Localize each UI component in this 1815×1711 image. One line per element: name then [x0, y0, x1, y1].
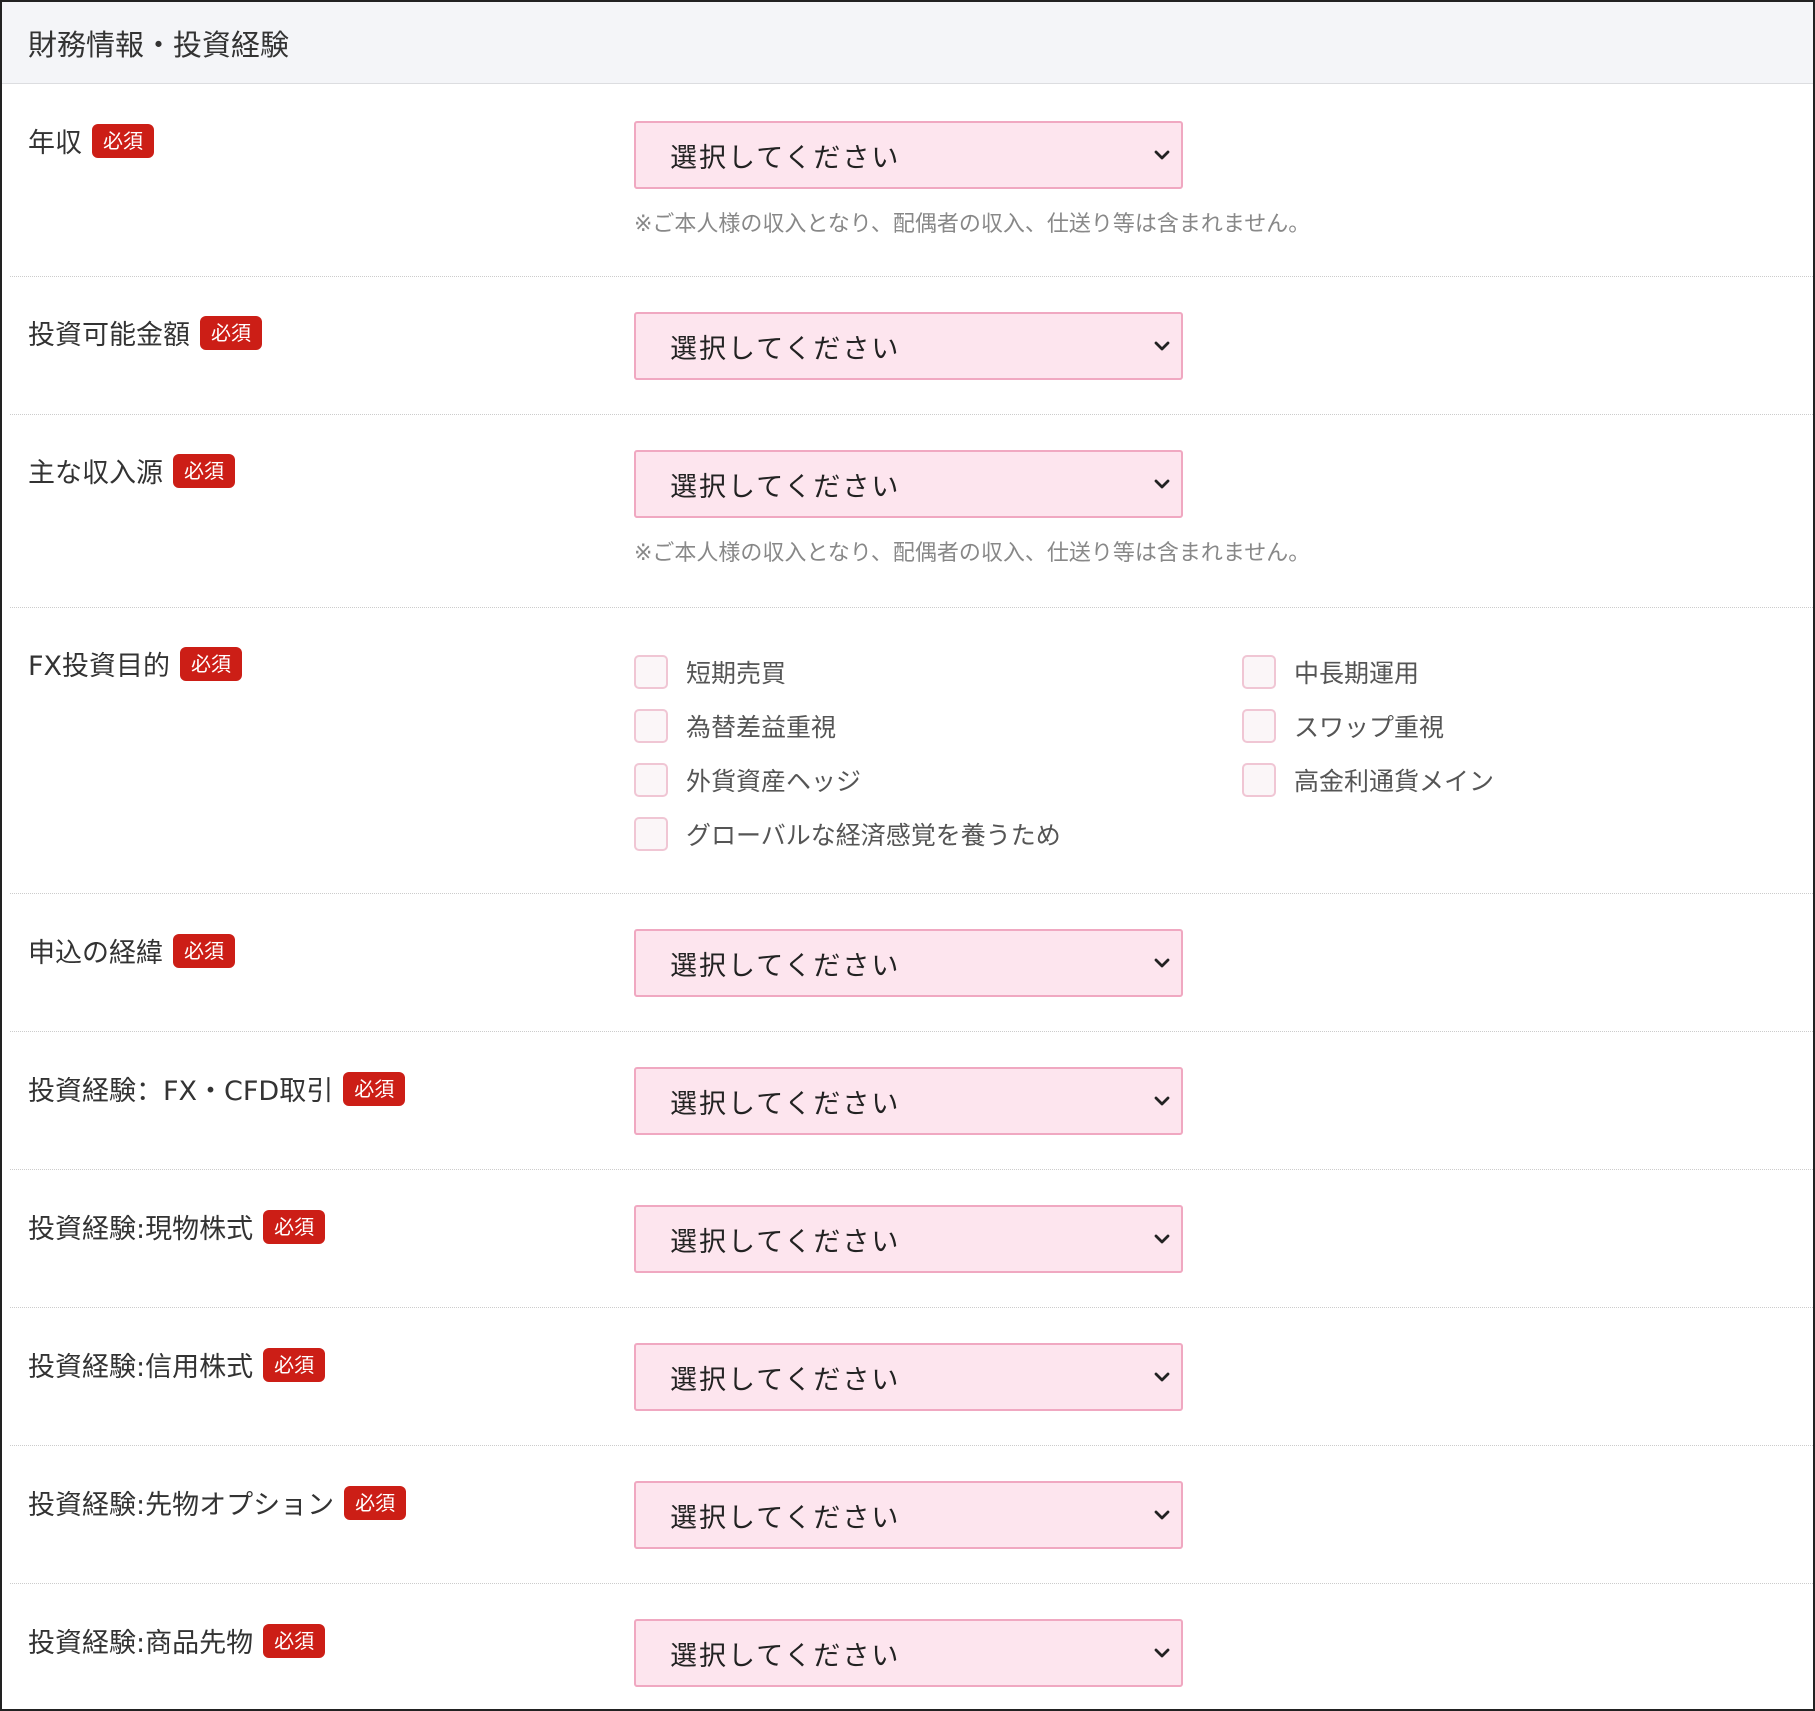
checkbox-foreign-hedge[interactable]: 外貨資産ヘッジ	[634, 762, 861, 798]
chevron-down-icon	[1154, 479, 1170, 489]
checkbox[interactable]	[1242, 709, 1276, 743]
select-value: 選択してください	[670, 1088, 901, 1120]
chevron-down-icon	[1154, 1234, 1170, 1244]
investable-amount-select[interactable]: 選択してください	[634, 312, 1183, 380]
row-investable-amount: 投資可能金額 必須 選択してください	[10, 277, 1813, 415]
chevron-down-icon	[1154, 1510, 1170, 1520]
required-badge: 必須	[343, 1071, 406, 1106]
exp-commodity-futures-select[interactable]: 選択してください	[634, 1619, 1183, 1687]
field-label-annual-income: 年収 必須	[28, 121, 154, 160]
checkbox[interactable]	[634, 709, 668, 743]
row-exp-commodity-futures: 投資経験:商品先物 必須 選択してください	[10, 1584, 1813, 1709]
select-value: 選択してください	[670, 471, 901, 503]
chevron-down-icon	[1154, 1372, 1170, 1382]
required-badge: 必須	[180, 646, 243, 681]
checkbox-fx-gain[interactable]: 為替差益重視	[634, 708, 836, 744]
section-title: 財務情報・投資経験	[2, 2, 1813, 84]
row-exp-spot-stocks: 投資経験:現物株式 必須 選択してください	[10, 1170, 1813, 1308]
financial-info-form: 財務情報・投資経験 年収 必須 選択してください ※ご本人様の収入となり、配偶者…	[0, 0, 1815, 1711]
field-label-exp-spot-stocks: 投資経験:現物株式 必須	[28, 1207, 326, 1246]
chevron-down-icon	[1154, 958, 1170, 968]
chevron-down-icon	[1154, 1648, 1170, 1658]
select-value: 選択してください	[670, 1640, 901, 1672]
checkbox-short-term-trading[interactable]: 短期売買	[634, 654, 786, 690]
row-exp-fx-cfd: 投資経験：FX・CFD取引 必須 選択してください	[10, 1032, 1813, 1170]
field-label-exp-fx-cfd: 投資経験：FX・CFD取引 必須	[28, 1069, 406, 1108]
exp-fx-cfd-select[interactable]: 選択してください	[634, 1067, 1183, 1135]
label-text: 年収	[28, 128, 82, 159]
select-value: 選択してください	[670, 1502, 901, 1534]
checkbox[interactable]	[1242, 763, 1276, 797]
field-label-investable-amount: 投資可能金額 必須	[28, 313, 262, 352]
row-exp-futures-options: 投資経験:先物オプション 必須 選択してください	[10, 1446, 1813, 1584]
label-text: 投資経験:商品先物	[28, 1628, 254, 1659]
label-text: 投資経験:現物株式	[28, 1214, 254, 1245]
checkbox-label: 中長期運用	[1294, 659, 1420, 688]
row-main-income-source: 主な収入源 必須 選択してください ※ご本人様の収入となり、配偶者の収入、仕送り…	[10, 415, 1813, 608]
field-label-main-income-source: 主な収入源 必須	[28, 451, 235, 490]
label-text: 主な収入源	[28, 458, 163, 489]
select-value: 選択してください	[670, 950, 901, 982]
field-label-exp-commodity-futures: 投資経験:商品先物 必須	[28, 1621, 326, 1660]
application-reason-select[interactable]: 選択してください	[634, 929, 1183, 997]
checkbox-label: 為替差益重視	[686, 713, 837, 742]
checkbox-label: スワップ重視	[1294, 713, 1445, 742]
annual-income-select[interactable]: 選択してください	[634, 121, 1183, 189]
required-badge: 必須	[173, 453, 235, 488]
field-label-application-reason: 申込の経緯 必須	[28, 931, 235, 970]
label-text: 投資経験:先物オプション	[28, 1490, 335, 1521]
label-text: 投資可能金額	[28, 320, 190, 351]
select-value: 選択してください	[670, 1364, 901, 1396]
label-text: 申込の経緯	[28, 938, 163, 969]
label-text: FX投資目的	[28, 651, 171, 682]
checkbox-label: 短期売買	[686, 659, 787, 688]
label-text: 投資経験：FX・CFD取引	[28, 1076, 334, 1107]
checkbox[interactable]	[634, 655, 668, 689]
row-application-reason: 申込の経緯 必須 選択してください	[10, 894, 1813, 1032]
select-value: 選択してください	[670, 333, 901, 365]
checkbox-label: 高金利通貨メイン	[1294, 767, 1495, 796]
checkbox[interactable]	[634, 763, 668, 797]
checkbox-global-sense[interactable]: グローバルな経済感覚を養うため	[634, 816, 1061, 852]
required-badge: 必須	[263, 1623, 326, 1658]
exp-futures-options-select[interactable]: 選択してください	[634, 1481, 1183, 1549]
required-badge: 必須	[173, 933, 235, 968]
checkbox-swap[interactable]: スワップ重視	[1242, 708, 1444, 744]
checkbox-label: グローバルな経済感覚を養うため	[686, 821, 1061, 850]
required-badge: 必須	[263, 1209, 326, 1244]
chevron-down-icon	[1154, 1096, 1170, 1106]
required-badge: 必須	[344, 1485, 407, 1520]
field-label-exp-margin-stocks: 投資経験:信用株式 必須	[28, 1345, 326, 1384]
required-badge: 必須	[263, 1347, 326, 1382]
chevron-down-icon	[1154, 341, 1170, 351]
checkbox-label: 外貨資産ヘッジ	[686, 767, 862, 796]
select-value: 選択してください	[670, 142, 901, 174]
checkbox-mid-long-term[interactable]: 中長期運用	[1242, 654, 1419, 690]
checkbox[interactable]	[634, 817, 668, 851]
required-badge: 必須	[200, 315, 262, 350]
chevron-down-icon	[1154, 150, 1170, 160]
main-income-source-select[interactable]: 選択してください	[634, 450, 1183, 518]
row-exp-margin-stocks: 投資経験:信用株式 必須 選択してください	[10, 1308, 1813, 1446]
required-badge: 必須	[92, 123, 154, 158]
row-fx-purpose: FX投資目的 必須 短期売買 中長期運用 為替差益重視 スワップ重視 外貨資産ヘ…	[10, 608, 1813, 894]
row-annual-income: 年収 必須 選択してください ※ご本人様の収入となり、配偶者の収入、仕送り等は含…	[10, 84, 1813, 277]
income-note: ※ご本人様の収入となり、配偶者の収入、仕送り等は含まれません。	[634, 212, 1311, 237]
exp-spot-stocks-select[interactable]: 選択してください	[634, 1205, 1183, 1273]
checkbox[interactable]	[1242, 655, 1276, 689]
income-note: ※ご本人様の収入となり、配偶者の収入、仕送り等は含まれません。	[634, 541, 1311, 566]
field-label-fx-purpose: FX投資目的 必須	[28, 644, 243, 683]
checkbox-high-interest[interactable]: 高金利通貨メイン	[1242, 762, 1494, 798]
select-value: 選択してください	[670, 1226, 901, 1258]
label-text: 投資経験:信用株式	[28, 1352, 254, 1383]
field-label-exp-futures-options: 投資経験:先物オプション 必須	[28, 1483, 407, 1522]
exp-margin-stocks-select[interactable]: 選択してください	[634, 1343, 1183, 1411]
